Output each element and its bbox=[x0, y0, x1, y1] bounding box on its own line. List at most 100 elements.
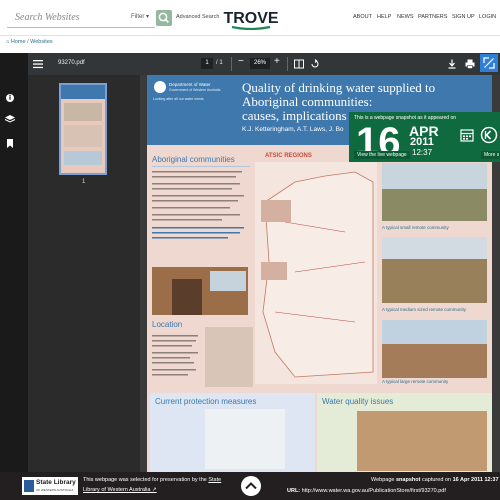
toolbar-divider bbox=[287, 57, 288, 71]
large-community-photo bbox=[382, 320, 487, 378]
zoom-level[interactable]: 26% bbox=[250, 58, 270, 69]
body-text-lines bbox=[152, 171, 244, 239]
svg-text:TROVE: TROVE bbox=[223, 10, 278, 27]
protection-diagram bbox=[205, 409, 285, 469]
thumbnail-page-label: 1 bbox=[82, 179, 86, 185]
external-link-icon: ↗ bbox=[152, 487, 157, 493]
library-link[interactable]: Library of Western Australia ↗ bbox=[83, 487, 157, 493]
info-icon[interactable] bbox=[6, 94, 14, 102]
download-icon[interactable] bbox=[446, 58, 458, 70]
location-text bbox=[152, 333, 202, 388]
nav-help[interactable]: HELP bbox=[377, 14, 391, 20]
preservation-text: This webpage was selected for preservati… bbox=[83, 477, 221, 483]
zoom-out-button[interactable]: − bbox=[238, 56, 244, 67]
zoom-in-button[interactable]: + bbox=[274, 56, 280, 67]
page-total-value: 1 bbox=[219, 60, 223, 66]
snapshot-spacer bbox=[349, 164, 399, 174]
archive-footer: State Library OF WESTERN AUSTRALIA This … bbox=[0, 472, 500, 500]
location-text-lines bbox=[152, 335, 198, 376]
page-total: / 1 bbox=[216, 60, 223, 66]
print-icon[interactable] bbox=[464, 58, 476, 70]
page-number-input[interactable]: 1 bbox=[201, 58, 213, 69]
thumbnail-block bbox=[64, 103, 102, 121]
thumbnail-block bbox=[64, 151, 102, 165]
trove-logo[interactable]: TROVE bbox=[218, 8, 284, 30]
rotate-icon[interactable] bbox=[309, 58, 321, 70]
photo-sky bbox=[210, 271, 246, 291]
breadcrumb-current[interactable]: Websites bbox=[30, 39, 53, 45]
advanced-search-link[interactable]: Advanced Search bbox=[176, 14, 219, 20]
side-toolbar bbox=[0, 53, 28, 473]
capture-url: URL: http://www.water.wa.gov.au/Publicat… bbox=[287, 488, 446, 494]
section-aboriginal-communities: Aboriginal communities bbox=[152, 155, 235, 164]
location-map bbox=[205, 327, 253, 387]
nav-about[interactable]: ABOUT bbox=[353, 14, 372, 20]
wa-map bbox=[255, 162, 377, 384]
view-live-webpage-button[interactable]: View the live webpage bbox=[354, 151, 410, 159]
state-library-logo[interactable]: State Library OF WESTERN AUSTRALIA bbox=[22, 477, 78, 495]
dept-line1: Department of Water bbox=[169, 82, 211, 87]
section-atsic-regions: ATSIC REGIONS bbox=[265, 153, 312, 159]
search-icon bbox=[158, 12, 170, 24]
caption-small-community: A typical small remote community bbox=[382, 225, 449, 230]
tagline: Looking after all our water needs bbox=[153, 97, 204, 101]
search-button[interactable] bbox=[156, 10, 172, 26]
fullscreen-icon[interactable] bbox=[480, 54, 498, 72]
photo-sky bbox=[382, 320, 487, 344]
snapshot-links: View the live webpage More s bbox=[349, 148, 500, 162]
pdf-toolbar: 93270.pdf 1 / 1 − 26% + bbox=[28, 53, 500, 75]
thumbnail-block bbox=[64, 125, 102, 147]
medium-community-photo bbox=[382, 237, 487, 303]
library-link-text: Library of Western Australia bbox=[83, 487, 151, 493]
more-snapshots-button[interactable]: More s bbox=[481, 151, 500, 159]
section-water-quality: Water quality issues bbox=[322, 397, 394, 406]
nav-news[interactable]: NEWS bbox=[397, 14, 414, 20]
breadcrumb-separator: / bbox=[27, 39, 29, 45]
menu-icon[interactable] bbox=[32, 58, 44, 70]
protection-panel: Current protection measures bbox=[150, 393, 315, 473]
community-photo bbox=[152, 267, 248, 315]
wa-map-outline bbox=[261, 171, 374, 378]
library-name: State Library bbox=[36, 479, 76, 486]
filter-dropdown[interactable]: Filter ▾ bbox=[131, 13, 149, 20]
capture-mid: captured on bbox=[421, 477, 452, 483]
state-link[interactable]: State bbox=[208, 477, 221, 483]
scroll-up-icon[interactable] bbox=[240, 475, 262, 497]
url-value[interactable]: http://www.water.wa.gov.au/PublicationSt… bbox=[302, 488, 446, 494]
nav-login[interactable]: LOGIN bbox=[479, 14, 496, 20]
breadcrumb: ⌂ Home / Websites bbox=[6, 39, 53, 45]
authors: K.J. Ketteringham, A.T. Laws, J. Bo bbox=[242, 126, 344, 133]
layers-icon[interactable] bbox=[4, 115, 16, 123]
url-label: URL: bbox=[287, 488, 301, 494]
breadcrumb-home[interactable]: Home bbox=[11, 39, 26, 45]
photo-figure bbox=[172, 279, 202, 315]
title-line3: causes, implications bbox=[242, 108, 347, 123]
calendar-icon[interactable] bbox=[458, 126, 476, 144]
site-header: Search Websites Filter ▾ Advanced Search… bbox=[0, 0, 500, 36]
caption-medium-community: A typical medium sized remote community bbox=[382, 307, 467, 312]
fit-page-icon[interactable] bbox=[293, 58, 305, 70]
nav-sign-up[interactable]: SIGN UP bbox=[452, 14, 475, 20]
first-snapshot-icon[interactable] bbox=[480, 126, 498, 144]
section-protection: Current protection measures bbox=[155, 397, 257, 406]
library-logo-mark bbox=[24, 480, 34, 492]
capture-date: 16 Apr 2011 12:37 bbox=[452, 477, 499, 483]
home-icon: ⌂ bbox=[6, 39, 10, 45]
department-logo bbox=[154, 81, 166, 93]
thumbnail-header bbox=[61, 85, 105, 99]
pdf-file-name: 93270.pdf bbox=[58, 60, 85, 66]
quality-photo bbox=[357, 411, 487, 471]
side-toolbar-icons bbox=[4, 94, 16, 148]
capture-prefix: Webpage bbox=[371, 477, 395, 483]
preservation-text-prefix: This webpage was selected for preservati… bbox=[83, 477, 207, 483]
quality-panel: Water quality issues bbox=[317, 393, 492, 473]
nav-partners[interactable]: PARTNERS bbox=[418, 14, 447, 20]
capture-bold: snapshot bbox=[395, 477, 421, 483]
photo-sky bbox=[382, 237, 487, 259]
dept-line2: Government of Western Australia bbox=[169, 88, 221, 92]
capture-info: Webpage snapshot captured on 16 Apr 2011… bbox=[371, 477, 499, 483]
text-block bbox=[152, 166, 250, 248]
bookmark-icon[interactable] bbox=[7, 139, 13, 148]
section-location: Location bbox=[152, 320, 183, 329]
page-thumbnail[interactable] bbox=[59, 83, 107, 175]
